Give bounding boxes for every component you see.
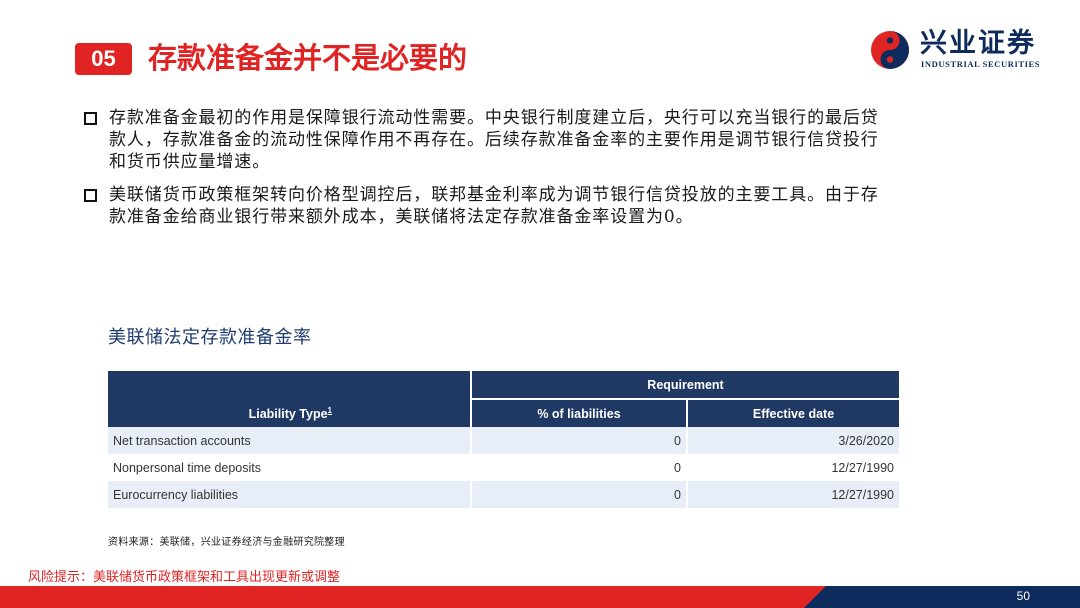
bullet-text: 存款准备金最初的作用是保障银行流动性需要。中央银行制度建立后，央行可以充当银行的… [109,108,879,172]
slide-title: 存款准备金并不是必要的 [148,41,468,75]
table-row: Eurocurrency liabilities 0 12/27/1990 [108,481,899,508]
logo-name-cn: 兴业证券 [920,28,1036,59]
cell-date: 3/26/2020 [686,427,899,454]
footer-bar [0,586,1080,608]
footnote-marker[interactable]: 1 [328,406,332,415]
risk-warning: 风险提示：美联储货币政策框架和工具出现更新或调整 [28,570,341,585]
cell-pct: 0 [470,481,687,508]
company-logo: 兴业证券 INDUSTRIAL SECURITIES [870,28,1060,72]
bullet-item: 美联储货币政策框架转向价格型调控后，联邦基金利率成为调节银行信贷投放的主要工具。… [84,184,884,228]
cell-date: 12/27/1990 [686,454,899,481]
cell-liability-type: Nonpersonal time deposits [108,454,471,481]
cell-date: 12/27/1990 [686,481,899,508]
bullet-list: 存款准备金最初的作用是保障银行流动性需要。中央银行制度建立后，央行可以充当银行的… [84,107,884,239]
section-number-badge: 05 [75,43,132,75]
column-header-pct-liabilities: % of liabilities [470,399,687,427]
reserve-requirement-table: Liability Type1 Requirement % of liabili… [108,371,899,508]
cell-pct: 0 [470,427,687,454]
column-group-requirement: Requirement [470,371,899,400]
bullet-text: 美联储货币政策框架转向价格型调控后，联邦基金利率成为调节银行信贷投放的主要工具。… [109,185,879,227]
logo-name-en: INDUSTRIAL SECURITIES [921,59,1041,69]
column-header-liability-type: Liability Type1 [108,371,471,427]
table-title: 美联储法定存款准备金率 [108,327,312,348]
table-row: Nonpersonal time deposits 0 12/27/1990 [108,454,899,481]
industrial-securities-logo-icon [871,31,909,69]
page-number: 50 [1016,589,1030,603]
column-header-effective-date: Effective date [686,399,899,427]
cell-pct: 0 [470,454,687,481]
source-note: 资料来源：美联储，兴业证券经济与金融研究院整理 [108,537,345,548]
cell-liability-type: Eurocurrency liabilities [108,481,471,508]
cell-liability-type: Net transaction accounts [108,427,471,454]
checkbox-square-icon [84,189,97,202]
bullet-item: 存款准备金最初的作用是保障银行流动性需要。中央银行制度建立后，央行可以充当银行的… [84,107,884,173]
checkbox-square-icon [84,112,97,125]
table-row: Net transaction accounts 0 3/26/2020 [108,427,899,454]
